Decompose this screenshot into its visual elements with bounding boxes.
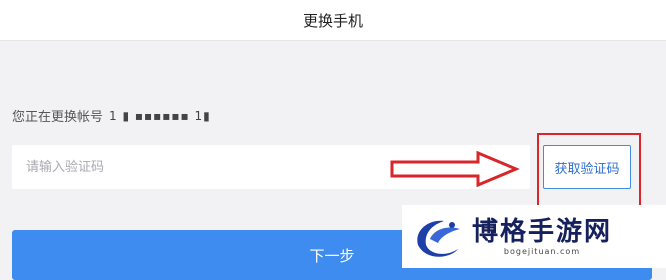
next-step-label: 下一步 bbox=[309, 246, 355, 265]
watermark-url: bogejituan.com bbox=[503, 247, 581, 256]
masked-account-number: 1 ▮ ▪▪▪▪▪▪ 1▮ bbox=[109, 108, 211, 123]
page-title: 更换手机 bbox=[302, 11, 363, 30]
account-info: 您正在更换帐号 1 ▮ ▪▪▪▪▪▪ 1▮ bbox=[12, 106, 211, 126]
get-code-label: 获取验证码 bbox=[554, 161, 620, 177]
top-bar: 更换手机 bbox=[0, 0, 666, 41]
get-verification-code-button[interactable]: 获取验证码 bbox=[543, 145, 631, 189]
annotation-arrow-icon bbox=[390, 150, 520, 188]
watermark-logo-icon bbox=[417, 220, 460, 257]
watermark-title: 博格手游网 bbox=[472, 217, 613, 247]
account-label: 您正在更换帐号 bbox=[12, 110, 104, 125]
watermark: 博格手游网 bogejituan.com bbox=[402, 205, 666, 268]
